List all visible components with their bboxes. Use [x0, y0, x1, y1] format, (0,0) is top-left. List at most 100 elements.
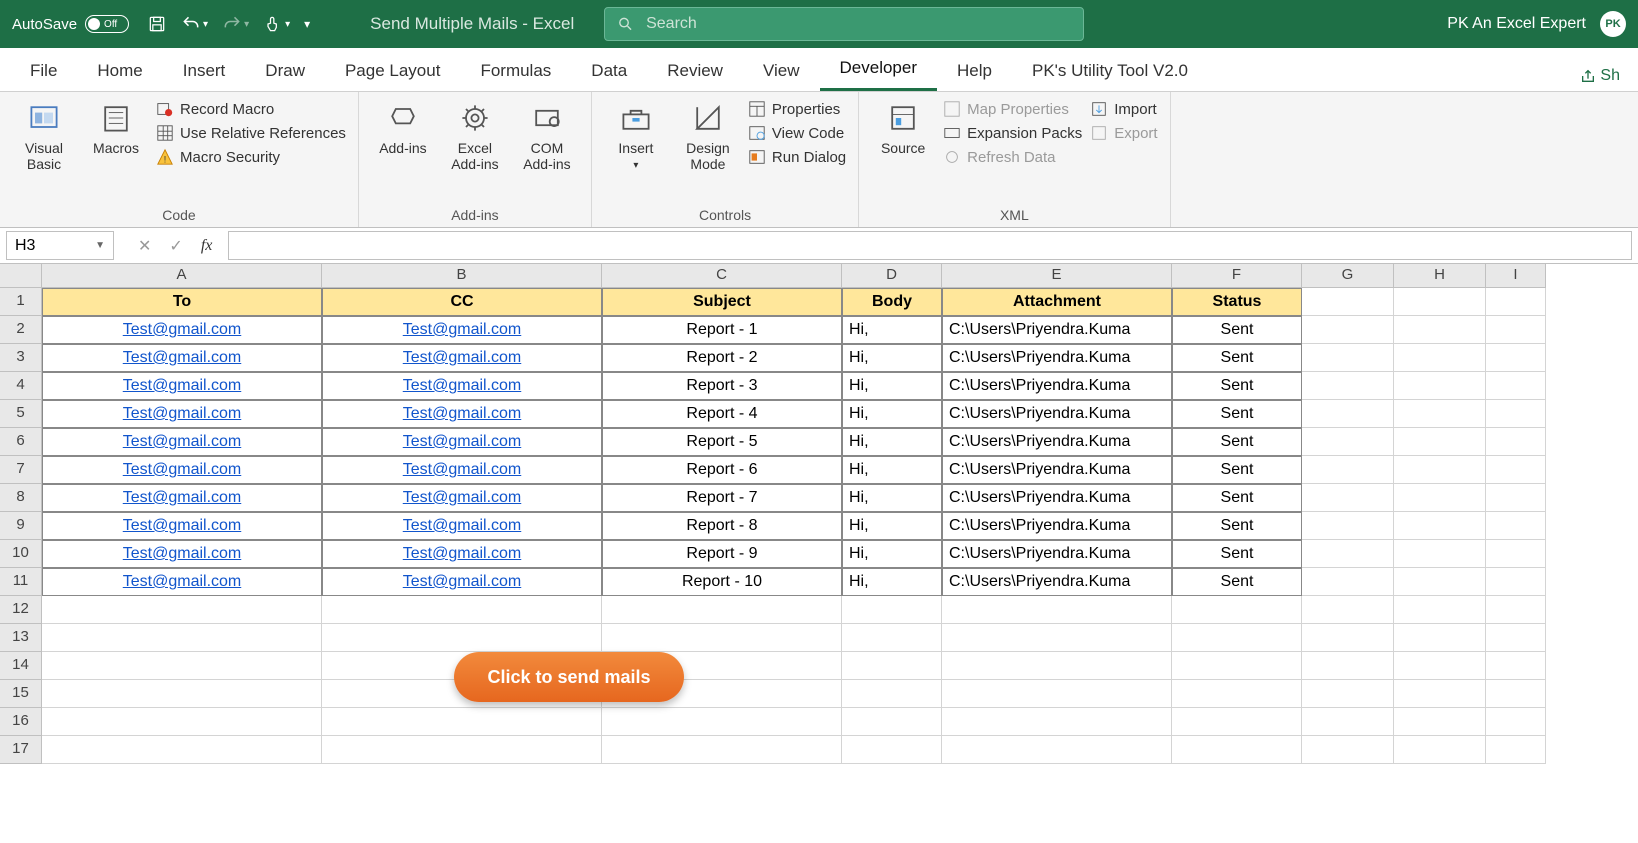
col-header-C[interactable]: C — [602, 264, 842, 288]
empty-cell[interactable] — [1394, 652, 1486, 680]
send-mails-button[interactable]: Click to send mails — [454, 652, 684, 702]
empty-cell[interactable] — [1172, 624, 1302, 652]
excel-addins-button[interactable]: Excel Add-ins — [441, 96, 509, 176]
empty-cell[interactable] — [942, 624, 1172, 652]
empty-cell[interactable] — [1394, 736, 1486, 764]
tab-page-layout[interactable]: Page Layout — [325, 51, 460, 91]
header-cell[interactable]: To — [42, 288, 322, 316]
header-cell[interactable]: Subject — [602, 288, 842, 316]
email-link[interactable]: Test@gmail.com — [123, 377, 242, 395]
macros-button[interactable]: Macros — [82, 96, 150, 160]
data-cell[interactable]: Hi, — [842, 512, 942, 540]
data-cell[interactable]: Report - 2 — [602, 344, 842, 372]
empty-cell[interactable] — [842, 652, 942, 680]
empty-cell[interactable] — [1394, 708, 1486, 736]
data-cell[interactable]: Report - 7 — [602, 484, 842, 512]
data-cell[interactable]: Sent — [1172, 568, 1302, 596]
empty-cell[interactable] — [1486, 484, 1546, 512]
empty-cell[interactable] — [322, 736, 602, 764]
empty-cell[interactable] — [1486, 512, 1546, 540]
row-header-13[interactable]: 13 — [0, 624, 42, 652]
data-cell[interactable]: C:\Users\Priyendra.Kuma — [942, 316, 1172, 344]
empty-cell[interactable] — [322, 624, 602, 652]
tab-developer[interactable]: Developer — [820, 48, 938, 91]
empty-cell[interactable] — [602, 624, 842, 652]
data-cell[interactable]: Sent — [1172, 456, 1302, 484]
visual-basic-button[interactable]: Visual Basic — [10, 96, 78, 176]
row-header-16[interactable]: 16 — [0, 708, 42, 736]
empty-cell[interactable] — [42, 624, 322, 652]
data-cell[interactable]: Test@gmail.com — [322, 316, 602, 344]
email-link[interactable]: Test@gmail.com — [403, 489, 522, 507]
empty-cell[interactable] — [842, 680, 942, 708]
empty-cell[interactable] — [1302, 736, 1394, 764]
tab-data[interactable]: Data — [571, 51, 647, 91]
empty-cell[interactable] — [1486, 288, 1546, 316]
empty-cell[interactable] — [942, 736, 1172, 764]
data-cell[interactable]: Hi, — [842, 372, 942, 400]
empty-cell[interactable] — [1486, 568, 1546, 596]
email-link[interactable]: Test@gmail.com — [123, 321, 242, 339]
map-properties-button[interactable]: Map Properties — [943, 100, 1082, 118]
empty-cell[interactable] — [322, 596, 602, 624]
empty-cell[interactable] — [1394, 344, 1486, 372]
data-cell[interactable]: Report - 9 — [602, 540, 842, 568]
col-header-B[interactable]: B — [322, 264, 602, 288]
data-cell[interactable]: Test@gmail.com — [42, 484, 322, 512]
data-cell[interactable]: C:\Users\Priyendra.Kuma — [942, 512, 1172, 540]
com-addins-button[interactable]: COM Add-ins — [513, 96, 581, 176]
data-cell[interactable]: Test@gmail.com — [42, 400, 322, 428]
empty-cell[interactable] — [1486, 708, 1546, 736]
empty-cell[interactable] — [1302, 372, 1394, 400]
data-cell[interactable]: Report - 1 — [602, 316, 842, 344]
data-cell[interactable]: C:\Users\Priyendra.Kuma — [942, 344, 1172, 372]
empty-cell[interactable] — [42, 652, 322, 680]
empty-cell[interactable] — [1486, 316, 1546, 344]
data-cell[interactable]: Test@gmail.com — [322, 512, 602, 540]
empty-cell[interactable] — [1486, 344, 1546, 372]
tab-review[interactable]: Review — [647, 51, 743, 91]
data-cell[interactable]: Test@gmail.com — [322, 484, 602, 512]
empty-cell[interactable] — [1486, 540, 1546, 568]
data-cell[interactable]: Report - 6 — [602, 456, 842, 484]
data-cell[interactable]: Hi, — [842, 484, 942, 512]
empty-cell[interactable] — [1486, 400, 1546, 428]
data-cell[interactable]: Report - 10 — [602, 568, 842, 596]
data-cell[interactable]: Hi, — [842, 428, 942, 456]
header-cell[interactable]: Status — [1172, 288, 1302, 316]
data-cell[interactable]: Sent — [1172, 400, 1302, 428]
data-cell[interactable]: Sent — [1172, 512, 1302, 540]
tab-formulas[interactable]: Formulas — [460, 51, 571, 91]
data-cell[interactable]: C:\Users\Priyendra.Kuma — [942, 372, 1172, 400]
qat-customize-icon[interactable]: ▾ — [304, 17, 310, 31]
data-cell[interactable]: Test@gmail.com — [322, 372, 602, 400]
empty-cell[interactable] — [1394, 596, 1486, 624]
empty-cell[interactable] — [1172, 596, 1302, 624]
data-cell[interactable]: Test@gmail.com — [42, 372, 322, 400]
row-header-6[interactable]: 6 — [0, 428, 42, 456]
chevron-down-icon[interactable]: ▼ — [95, 240, 105, 251]
empty-cell[interactable] — [942, 652, 1172, 680]
user-name[interactable]: PK An Excel Expert — [1447, 15, 1586, 33]
empty-cell[interactable] — [1302, 400, 1394, 428]
export-button[interactable]: Export — [1090, 124, 1157, 142]
data-cell[interactable]: Sent — [1172, 316, 1302, 344]
empty-cell[interactable] — [1394, 456, 1486, 484]
data-cell[interactable]: C:\Users\Priyendra.Kuma — [942, 568, 1172, 596]
tab-home[interactable]: Home — [77, 51, 162, 91]
email-link[interactable]: Test@gmail.com — [123, 517, 242, 535]
data-cell[interactable]: Test@gmail.com — [42, 540, 322, 568]
empty-cell[interactable] — [1486, 680, 1546, 708]
data-cell[interactable]: Test@gmail.com — [322, 540, 602, 568]
email-link[interactable]: Test@gmail.com — [123, 489, 242, 507]
data-cell[interactable]: Hi, — [842, 456, 942, 484]
empty-cell[interactable] — [42, 680, 322, 708]
empty-cell[interactable] — [1394, 624, 1486, 652]
row-header-14[interactable]: 14 — [0, 652, 42, 680]
data-cell[interactable]: Test@gmail.com — [42, 456, 322, 484]
share-button[interactable]: Sh — [1572, 61, 1628, 91]
data-cell[interactable]: Test@gmail.com — [322, 428, 602, 456]
data-cell[interactable]: Report - 3 — [602, 372, 842, 400]
source-button[interactable]: Source — [869, 96, 937, 160]
data-cell[interactable]: C:\Users\Priyendra.Kuma — [942, 484, 1172, 512]
